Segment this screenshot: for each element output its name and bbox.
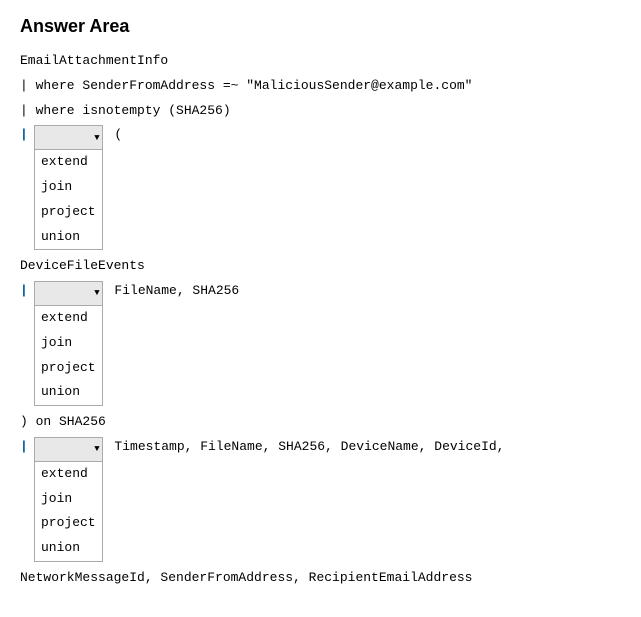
dropdown3-wrapper: ▼ extend join project union xyxy=(34,437,103,562)
table1-line: EmailAttachmentInfo xyxy=(20,51,621,72)
dropdown3-option-project[interactable]: project xyxy=(35,511,102,536)
dropdown2-select[interactable]: ▼ xyxy=(34,281,103,306)
dropdown3-arrow-icon: ▼ xyxy=(94,442,99,456)
dropdown3-label xyxy=(39,439,92,460)
dropdown2-wrapper: ▼ extend join project union xyxy=(34,281,103,406)
pipe4: | xyxy=(20,281,28,302)
dropdown3-option-join[interactable]: join xyxy=(35,487,102,512)
line1: | where SenderFromAddress =~ "MaliciousS… xyxy=(20,76,621,97)
dropdown2-arrow-icon: ▼ xyxy=(94,286,99,300)
table2-line: DeviceFileEvents xyxy=(20,256,621,277)
dropdown2-option-join[interactable]: join xyxy=(35,331,102,356)
dropdown2-option-extend[interactable]: extend xyxy=(35,306,102,331)
line3-pipe-row: | ▼ extend join project union ( xyxy=(20,125,621,250)
pipe3: | xyxy=(20,125,28,146)
dropdown3-option-union[interactable]: union xyxy=(35,536,102,561)
line6-suffix: Timestamp, FileName, SHA256, DeviceName,… xyxy=(107,437,505,458)
dropdown1-option-union[interactable]: union xyxy=(35,225,102,250)
line5: ) on SHA256 xyxy=(20,412,621,433)
dropdown3-list: extend join project union xyxy=(34,462,103,562)
line4-suffix: FileName, SHA256 xyxy=(107,281,240,302)
dropdown1-option-extend[interactable]: extend xyxy=(35,150,102,175)
dropdown1-list: extend join project union xyxy=(34,150,103,250)
dropdown2-list: extend join project union xyxy=(34,306,103,406)
dropdown1-option-project[interactable]: project xyxy=(35,200,102,225)
pipe6: | xyxy=(20,437,28,458)
page-title: Answer Area xyxy=(20,16,621,37)
dropdown1-wrapper: ▼ extend join project union xyxy=(34,125,103,250)
line3-group: | ▼ extend join project union ( xyxy=(20,125,621,250)
line6-group: | ▼ extend join project union Timestamp,… xyxy=(20,437,621,562)
line7: NetworkMessageId, SenderFromAddress, Rec… xyxy=(20,568,621,589)
code-block: EmailAttachmentInfo | where SenderFromAd… xyxy=(20,51,621,589)
dropdown1-option-join[interactable]: join xyxy=(35,175,102,200)
line4-pipe-row: | ▼ extend join project union FileName, … xyxy=(20,281,621,406)
line6-pipe-row: | ▼ extend join project union Timestamp,… xyxy=(20,437,621,562)
dropdown1-select[interactable]: ▼ xyxy=(34,125,103,150)
dropdown3-select[interactable]: ▼ xyxy=(34,437,103,462)
dropdown2-option-union[interactable]: union xyxy=(35,380,102,405)
dropdown1-label xyxy=(39,127,92,148)
dropdown3-option-extend[interactable]: extend xyxy=(35,462,102,487)
dropdown2-option-project[interactable]: project xyxy=(35,356,102,381)
line4-group: | ▼ extend join project union FileName, … xyxy=(20,281,621,406)
dropdown1-arrow-icon: ▼ xyxy=(94,131,99,145)
line2: | where isnotempty (SHA256) xyxy=(20,101,621,122)
dropdown2-label xyxy=(39,283,92,304)
line3-suffix: ( xyxy=(107,125,123,146)
